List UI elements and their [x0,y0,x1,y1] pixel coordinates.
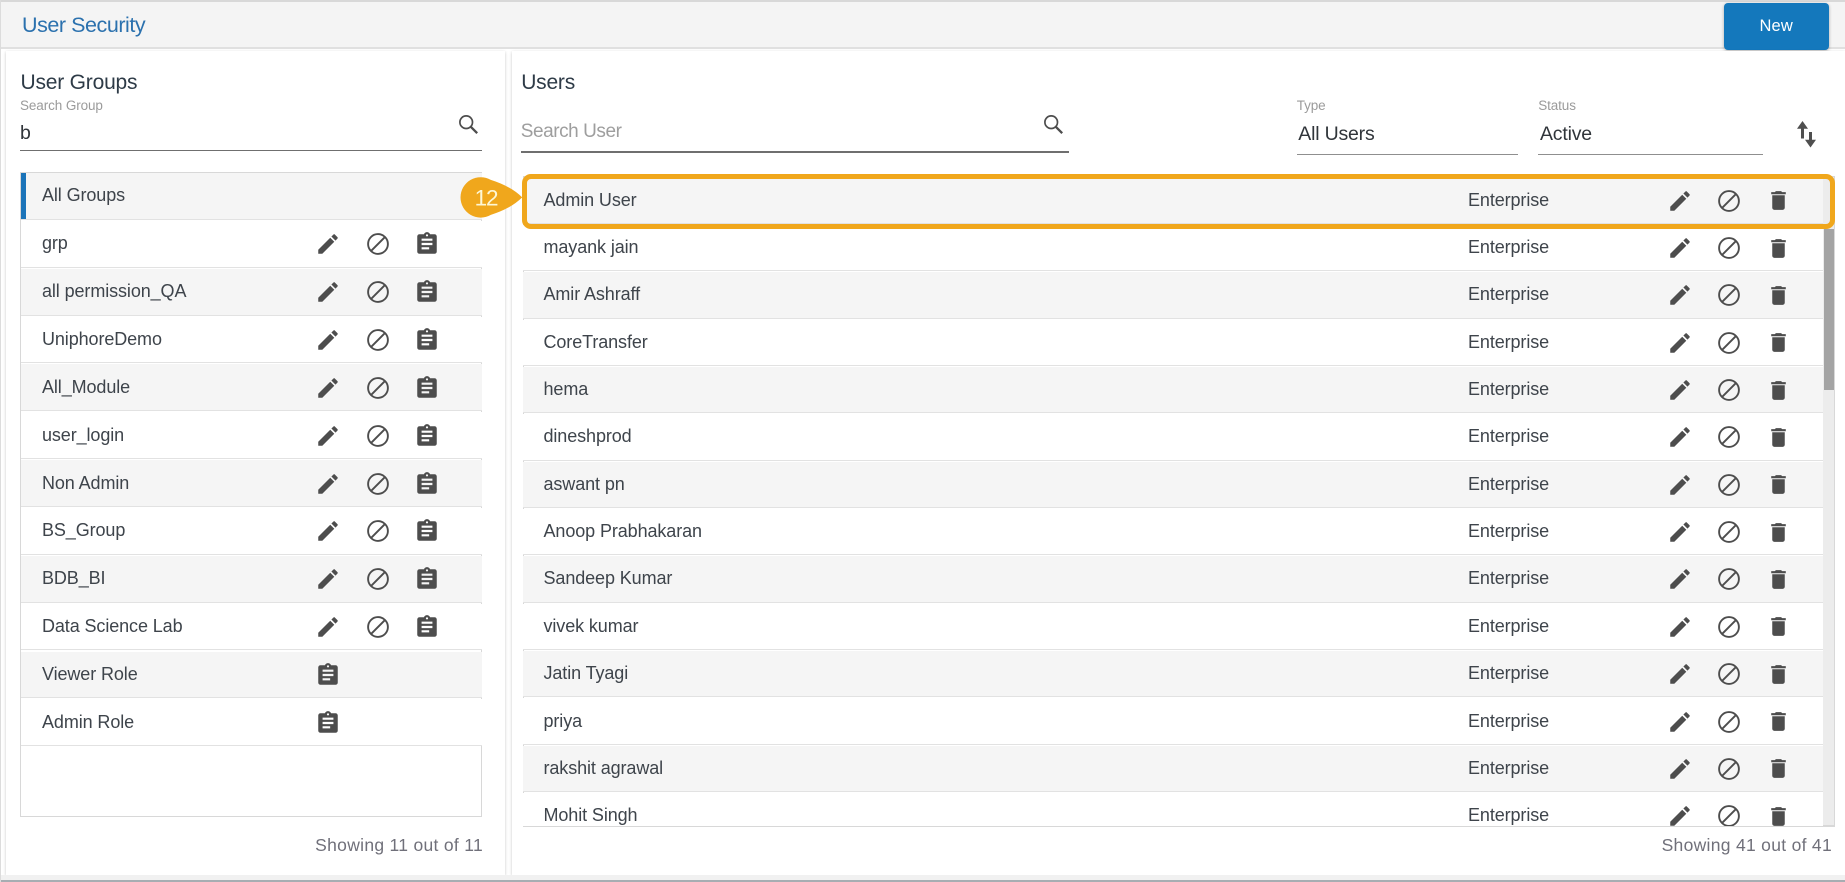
svg-text:12: 12 [475,185,498,210]
